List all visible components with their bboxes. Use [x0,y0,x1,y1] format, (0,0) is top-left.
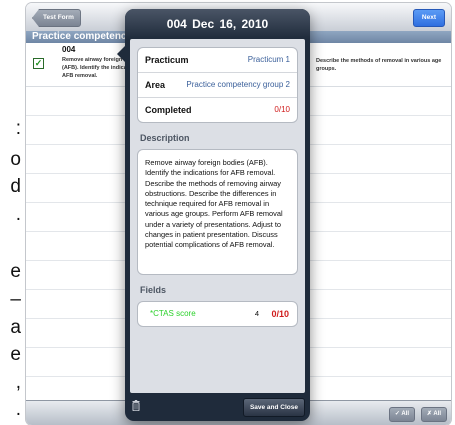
item-code: 004 [62,45,76,54]
popover-content: Practicum Practicum 1 Area Practice comp… [130,39,305,393]
side-text-line: – [10,289,21,310]
side-text-line: e [10,344,21,365]
practicum-label: Practicum [145,55,189,65]
side-text-line: , [15,372,21,393]
description-text: Remove airway foreign bodies (AFB). Iden… [145,158,283,250]
side-text-line: . [15,399,21,420]
completed-label: Completed [145,105,192,115]
side-text-line: a [10,317,21,338]
practicum-row[interactable]: Practicum Practicum 1 [138,48,297,73]
checkbox-checked-icon[interactable]: ✓ [33,58,44,69]
check-all-button[interactable]: ✓ All [388,407,415,422]
practicum-value: Practicum 1 [247,55,290,64]
back-button[interactable]: Test Form [32,9,81,27]
popover-footer: Save and Close [125,393,310,421]
detail-popover: 004 Dec 16, 2010 Practicum Practicum 1 A… [117,9,310,421]
fields-heading: Fields [140,285,167,295]
save-and-close-button[interactable]: Save and Close [242,398,305,417]
next-button[interactable]: Next [412,9,445,27]
uncheck-all-button[interactable]: ✗ All [420,407,447,422]
trash-icon[interactable] [132,400,140,411]
area-row[interactable]: Area Practice competency group 2 [138,73,297,98]
completed-row[interactable]: Completed 0/10 [138,98,297,122]
area-label: Area [145,80,166,90]
field-value: 4 [254,309,259,318]
item-description-continued: Describe the methods of removal in vario… [316,58,442,72]
area-value: Practice competency group 2 [186,80,290,89]
side-text-line: o [10,149,21,170]
popover-arrow [117,45,126,63]
popover-title: 004 Dec 16, 2010 [125,9,310,39]
description-heading: Description [140,133,190,143]
side-text-line: : [15,118,21,139]
side-text-line: e [10,261,21,282]
completed-value: 0/10 [274,105,290,114]
side-text-line: . [15,204,21,225]
field-row-ctas[interactable]: *CTAS score 4 0/10 [137,301,298,327]
field-score: 0/10 [271,309,289,319]
field-name: *CTAS score [150,309,196,318]
side-text-line: d [10,176,21,197]
description-box: Remove airway foreign bodies (AFB). Iden… [137,149,298,275]
info-group: Practicum Practicum 1 Area Practice comp… [137,47,298,123]
